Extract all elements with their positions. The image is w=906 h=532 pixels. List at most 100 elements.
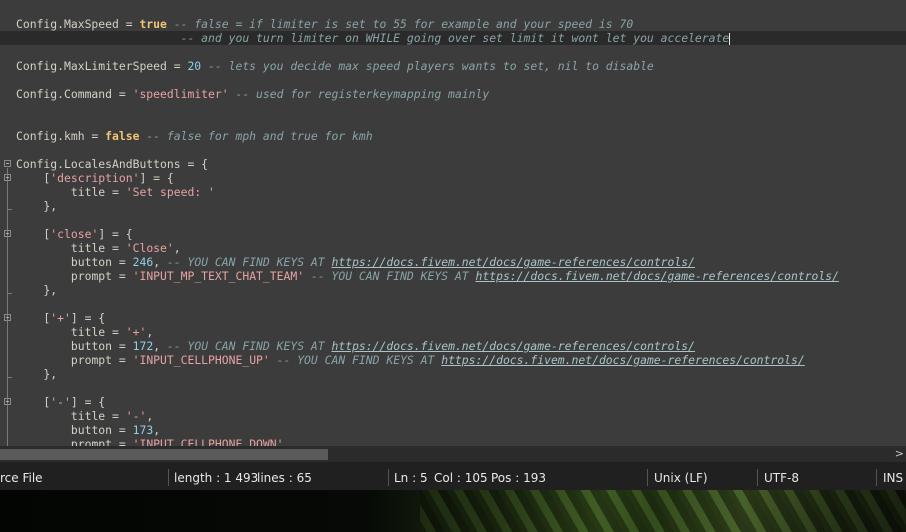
token-ident: Config.MaxSpeed (16, 17, 119, 31)
code-line[interactable]: Config.MaxSpeed = true -- false = if lim… (16, 17, 906, 31)
token-op (16, 269, 71, 283)
token-op: = (112, 437, 133, 446)
token-num: 172 (132, 339, 154, 353)
code-line[interactable] (16, 381, 906, 395)
status-bar: rce File length : 1 493 lines : 65 Ln : … (0, 462, 906, 490)
token-op: = { (180, 157, 209, 171)
eol-format[interactable]: Unix (LF) (654, 462, 708, 490)
token-op: }, (16, 367, 58, 381)
code-line[interactable]: title = 'Close', (16, 241, 906, 255)
token-op (16, 409, 71, 423)
code-line[interactable]: }, (16, 367, 906, 381)
token-num: 20 (187, 59, 202, 73)
code-line[interactable] (16, 143, 906, 157)
token-str: 'Close' (125, 241, 174, 255)
code-line[interactable] (16, 73, 906, 87)
token-str: 'INPUT_CELLPHONE_UP' (132, 353, 270, 367)
token-str: 'close' (50, 227, 99, 241)
code-line[interactable]: title = '-', (16, 409, 906, 423)
token-op: }, (16, 199, 58, 213)
token-ident: Config.LocalesAndButtons (16, 157, 181, 171)
token-ident: Config.kmh (16, 129, 85, 143)
token-str: '-' (50, 395, 71, 409)
token-op: = (84, 129, 106, 143)
token-kw: false (105, 129, 140, 143)
token-str: 'speedlimiter' (132, 87, 229, 101)
fold-margin[interactable] (0, 0, 14, 446)
token-op: , (153, 423, 161, 437)
fold-toggle-icon[interactable] (4, 160, 11, 167)
code-line[interactable] (16, 297, 906, 311)
token-cmt: -- YOU CAN FIND KEYS AT (166, 255, 332, 269)
token-op: }, (16, 283, 58, 297)
fold-toggle-icon[interactable] (4, 174, 11, 181)
fold-toggle-icon[interactable] (4, 398, 11, 405)
code-line[interactable]: button = 246, -- YOU CAN FIND KEYS AT ht… (16, 255, 906, 269)
token-str: 'Set speed: ' (125, 185, 215, 199)
token-ident: button (70, 255, 113, 269)
fold-toggle-icon[interactable] (4, 314, 11, 321)
token-link[interactable]: https://docs.fivem.net/docs/game-referen… (441, 353, 804, 367)
code-line[interactable]: ['description'] = { (16, 171, 906, 185)
token-op: = (112, 353, 133, 367)
code-editor[interactable]: Config.MaxSpeed = true -- false = if lim… (0, 0, 906, 446)
token-link[interactable]: https://docs.fivem.net/docs/game-referen… (476, 269, 839, 283)
token-op: = (105, 185, 126, 199)
file-type-label: rce File (0, 471, 43, 485)
token-str: 'INPUT_CELLPHONE_DOWN' (132, 437, 284, 446)
token-str: '-' (125, 409, 147, 423)
token-op: = (112, 423, 133, 437)
code-line[interactable] (16, 115, 906, 129)
token-op: = (118, 17, 140, 31)
token-op (16, 437, 71, 446)
fold-end-marker (7, 293, 12, 294)
encoding-label[interactable]: UTF-8 (764, 462, 799, 490)
cursor-line: Ln : 5 (394, 471, 428, 485)
token-op: = (112, 269, 133, 283)
code-line[interactable]: title = '+', (16, 325, 906, 339)
code-line[interactable]: prompt = 'INPUT_MP_TEXT_CHAT_TEAM' -- YO… (16, 269, 906, 283)
token-op (16, 353, 71, 367)
code-line[interactable] (16, 101, 906, 115)
code-line[interactable]: }, (16, 283, 906, 297)
token-op: = (105, 409, 126, 423)
code-line[interactable]: }, (16, 199, 906, 213)
code-text-area[interactable]: Config.MaxSpeed = true -- false = if lim… (0, 17, 906, 446)
token-ident: button (70, 339, 113, 353)
token-op: , (153, 339, 167, 353)
token-cmt: -- lets you decide max speed players wan… (201, 59, 654, 73)
token-op (16, 31, 181, 45)
chevron-right-icon[interactable]: > (895, 446, 904, 462)
code-line[interactable]: Config.LocalesAndButtons = { (16, 157, 906, 171)
token-link[interactable]: https://docs.fivem.net/docs/game-referen… (332, 339, 695, 353)
token-op: = (105, 325, 126, 339)
code-line[interactable] (16, 213, 906, 227)
document-length: length : 1 493 (174, 471, 259, 485)
text-caret (729, 32, 731, 45)
code-line[interactable]: prompt = 'INPUT_CELLPHONE_DOWN' (16, 437, 906, 446)
token-op: ] = { (98, 227, 133, 241)
token-link[interactable]: https://docs.fivem.net/docs/game-referen… (332, 255, 695, 269)
current-code-line[interactable]: -- and you turn limiter on WHILE going o… (0, 31, 906, 45)
code-line[interactable]: ['close'] = { (16, 227, 906, 241)
token-op: = (112, 339, 133, 353)
scrollbar-thumb[interactable] (0, 449, 328, 460)
token-cmt: -- and you turn limiter on WHILE going o… (180, 31, 730, 45)
code-line[interactable]: button = 172, -- YOU CAN FIND KEYS AT ht… (16, 339, 906, 353)
fold-toggle-icon[interactable] (4, 230, 11, 237)
token-op: ] = { (139, 171, 174, 185)
code-line[interactable]: button = 173, (16, 423, 906, 437)
code-line[interactable]: title = 'Set speed: ' (16, 185, 906, 199)
code-line[interactable] (16, 45, 906, 59)
code-line[interactable]: ['+'] = { (16, 311, 906, 325)
token-op: ] = { (70, 311, 106, 325)
code-line[interactable]: Config.MaxLimiterSpeed = 20 -- lets you … (16, 59, 906, 73)
token-ident: Config.Command (16, 87, 113, 101)
token-cmt: -- used for registerkeymapping mainly (228, 87, 490, 101)
code-line[interactable]: prompt = 'INPUT_CELLPHONE_UP' -- YOU CAN… (16, 353, 906, 367)
code-line[interactable]: ['-'] = { (16, 395, 906, 409)
horizontal-scrollbar[interactable]: > (0, 446, 906, 462)
code-line[interactable]: Config.Command = 'speedlimiter' -- used … (16, 87, 906, 101)
insert-mode[interactable]: INS (883, 462, 903, 490)
code-line[interactable]: Config.kmh = false -- false for mph and … (16, 129, 906, 143)
